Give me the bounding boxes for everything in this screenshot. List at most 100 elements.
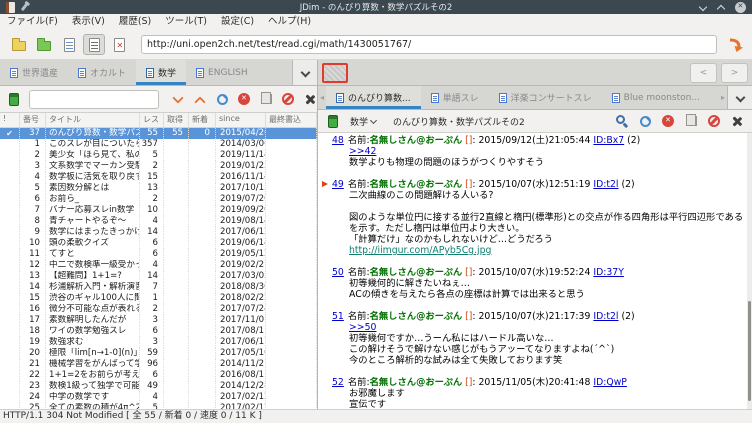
thread-row[interactable]: 15渋谷のギャル100人に聞い1 2018/02/22 — [0, 293, 317, 304]
post-id-link[interactable]: ID:37Y — [593, 267, 624, 278]
post-number-link[interactable]: 48 — [332, 135, 344, 146]
abort-button[interactable] — [704, 111, 724, 131]
row-got-count — [164, 304, 189, 315]
row-last-write — [266, 249, 317, 260]
move-up-button[interactable] — [190, 89, 210, 109]
board-tab[interactable]: オカルト — [68, 60, 136, 85]
thread-tab[interactable]: 単語スレ — [421, 86, 489, 109]
column-header[interactable]: 番号 — [20, 113, 46, 127]
thread-row[interactable]: 16微分不可能な点が表れる関2 2017/07/24 — [0, 304, 317, 315]
thread-row[interactable]: 10 頭の柔軟クイズ 6 2019/06/14 — [0, 238, 317, 249]
thread-row[interactable]: 14杉浦解析入門・解析演習を7 2018/08/30 — [0, 282, 317, 293]
thread-row[interactable]: 9数学にはまったきっかけを14 2017/06/12 — [0, 227, 317, 238]
stop-button[interactable] — [658, 111, 678, 131]
board-tab[interactable]: 数学 — [136, 60, 187, 85]
thread-row[interactable]: ✔37のんびり算数・数学パズル555502015/04/26 — [0, 128, 317, 139]
stop-button[interactable] — [234, 89, 254, 109]
thread-row[interactable]: 2美少女「ほら見て、私のおま5 2019/11/14 — [0, 150, 317, 161]
board-tab[interactable]: 世界遺産 — [0, 60, 68, 85]
scrollbar-thumb[interactable] — [748, 301, 751, 401]
folder-green-button[interactable] — [33, 34, 55, 55]
copy-button[interactable] — [256, 89, 276, 109]
board-tab[interactable]: ENGLISH — [186, 60, 258, 85]
tab-scroll-right-icon[interactable]: ▸ — [719, 86, 727, 109]
thread-row[interactable]: 13 【超難問】1+1=? 14 2017/03/05 — [0, 271, 317, 282]
column-header[interactable]: ! — [0, 113, 20, 127]
board-search-input[interactable] — [29, 89, 159, 109]
thread-row[interactable]: 6 お前ら_ 2 2019/07/20 — [0, 194, 317, 205]
search-button[interactable] — [612, 111, 632, 131]
close-button[interactable] — [300, 89, 320, 109]
post-id-link[interactable]: ID:t2l — [593, 179, 618, 190]
minimize-icon[interactable] — [699, 3, 707, 11]
thread-icon-button[interactable] — [323, 111, 343, 131]
thread-row[interactable]: 18 ワイの数学勉強スレ 6 2017/08/11 — [0, 326, 317, 337]
window-close-icon[interactable] — [735, 1, 746, 13]
url-input[interactable] — [141, 35, 717, 54]
reload-button[interactable] — [635, 111, 655, 131]
posts-scrollbar[interactable] — [747, 133, 752, 409]
thread-tab[interactable]: 洋楽コンサートスレ — [489, 86, 602, 109]
column-header[interactable]: 新着 — [189, 113, 216, 127]
thread-row[interactable]: 19 数強求む 3 2017/06/17 — [0, 337, 317, 348]
folder-yellow-button[interactable] — [8, 34, 30, 55]
post-id-link[interactable]: ID:t2l — [593, 311, 618, 322]
post-url-link[interactable]: http://iimgur.com/APyb5Cg.jpg — [349, 245, 491, 256]
move-down-button[interactable] — [168, 89, 188, 109]
menu-item[interactable]: ファイル(F) — [0, 14, 65, 30]
history-back-button[interactable]: < — [690, 62, 717, 83]
menu-item[interactable]: ヘルプ(H) — [261, 14, 318, 30]
post-id-link[interactable]: ID:Bx7 — [593, 135, 624, 146]
copy-button[interactable] — [681, 111, 701, 131]
board-icon-button[interactable] — [4, 89, 24, 109]
row-title: 青チャートやるぞ〜 — [46, 216, 140, 227]
column-header[interactable]: タイトル — [46, 113, 140, 127]
thread-tab[interactable]: Blue moonston... — [602, 86, 710, 109]
menu-item[interactable]: ツール(T) — [158, 14, 214, 30]
thread-row[interactable]: 1このスレが目についたら何357 2014/03/06 — [0, 139, 317, 150]
go-button[interactable] — [724, 34, 746, 56]
column-header[interactable]: レス — [140, 113, 164, 127]
column-header[interactable]: 取得 — [164, 113, 189, 127]
post-anchor-link[interactable]: >>50 — [349, 322, 376, 333]
post-number-link[interactable]: 49 — [332, 179, 344, 190]
post-number-link[interactable]: 51 — [332, 311, 344, 322]
history-forward-button[interactable]: > — [721, 62, 748, 83]
doc-red-button[interactable] — [108, 34, 130, 55]
thread-row[interactable]: 23 数検1級って独学で可能? 49 2014/12/28 — [0, 381, 317, 392]
thread-row[interactable]: 221+1=2をお前らが考える最も6 2016/08/11 — [0, 370, 317, 381]
thread-row[interactable]: 21機械学習をがんばって学ぶ96 2014/11/21 — [0, 359, 317, 370]
thread-row[interactable]: 5 素因数分解とは 13 2017/10/13 — [0, 183, 317, 194]
abort-button[interactable] — [278, 89, 298, 109]
thread-tab[interactable]: のんびり算数... — [326, 86, 421, 109]
reload-button[interactable] — [212, 89, 232, 109]
post-anchor-link[interactable]: >>42 — [349, 146, 376, 157]
row-title: バナー応募スレin数学 — [46, 205, 140, 216]
post-id-link[interactable]: ID:QwP — [593, 377, 627, 388]
post-number-link[interactable]: 50 — [332, 267, 344, 278]
thread-tabs-dropdown-button[interactable] — [727, 86, 752, 109]
menu-item[interactable]: 履歴(S) — [112, 14, 158, 30]
maximize-icon[interactable] — [717, 3, 725, 11]
column-header[interactable]: since — [216, 113, 266, 127]
thread-row[interactable]: 4数学板に活気を取り戻すぞ15 2016/11/14 — [0, 172, 317, 183]
thread-row[interactable]: 12中二で数検準一級受かった4 2019/02/21 — [0, 260, 317, 271]
post-number-link[interactable]: 52 — [332, 377, 344, 388]
doc-blue-button[interactable] — [58, 34, 80, 55]
menu-item[interactable]: 表示(V) — [65, 14, 112, 30]
board-select[interactable]: 数学 — [347, 115, 381, 128]
tab-scroll-left-icon[interactable]: ◂ — [318, 86, 326, 109]
thread-row[interactable]: 17 素数解明したんだが 3 2017/11/01 — [0, 315, 317, 326]
thread-row[interactable]: 3 文系数学でマーカン受験 2 2019/01/23 — [0, 161, 317, 172]
thread-row[interactable]: 8 青チャートやるぞ〜 4 2019/08/14 — [0, 216, 317, 227]
thread-row[interactable]: 11 てすと 6 2019/05/12 — [0, 249, 317, 260]
thread-row[interactable]: 20極限「lim[n→1-0](n)」の結59 2017/05/10 — [0, 348, 317, 359]
image-tab-broken-icon[interactable] — [322, 62, 348, 83]
doc-plain-button[interactable] — [83, 34, 105, 55]
thread-row[interactable]: 24 中学の数学です 4 2017/02/12 — [0, 392, 317, 403]
menu-item[interactable]: 設定(C) — [214, 14, 261, 30]
thread-row[interactable]: 7 バナー応募スレin数学 10 2019/09/20 — [0, 205, 317, 216]
close-button[interactable] — [727, 111, 747, 131]
board-tabs-dropdown-button[interactable] — [292, 60, 317, 85]
column-header[interactable]: 最終書込 — [266, 113, 317, 127]
